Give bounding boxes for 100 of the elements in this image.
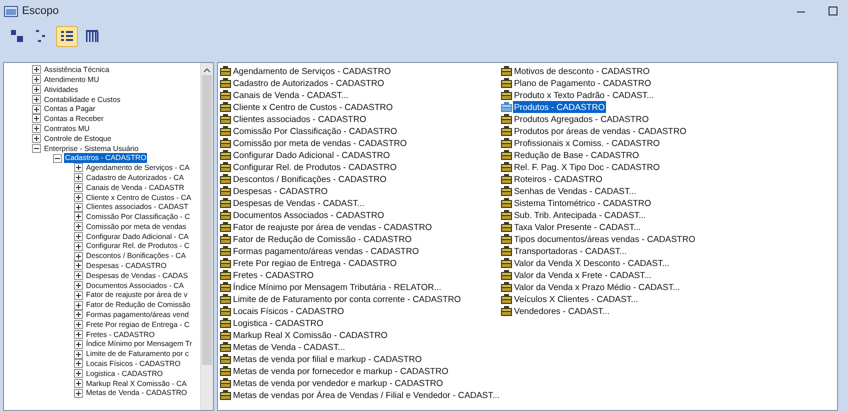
cabinet-icon xyxy=(501,198,512,208)
expand-icon[interactable] xyxy=(74,232,83,241)
list-item[interactable]: Transportadoras - CADAST... xyxy=(513,245,628,257)
expand-icon[interactable] xyxy=(32,114,41,124)
list-item[interactable]: Produtos por áreas de vendas - CADASTRO xyxy=(513,125,688,137)
expand-icon[interactable] xyxy=(74,212,83,222)
list-item[interactable]: Valor da Venda X Desconto - CADAST... xyxy=(513,257,670,269)
scroll-up-icon[interactable] xyxy=(203,67,211,73)
list-item[interactable]: Metas de vendas por Área de Vendas / Filial e Vendedor - CADAST... xyxy=(232,389,501,401)
expand-icon[interactable] xyxy=(74,350,83,358)
list-item[interactable]: Redução de Base - CADASTRO xyxy=(513,149,640,161)
cabinet-icon xyxy=(220,66,231,76)
list-item[interactable]: Descontos / Bonificações - CADASTRO xyxy=(232,173,388,185)
cabinet-icon xyxy=(220,150,231,160)
list-item[interactable]: Taxa Valor Presente - CADAST... xyxy=(513,221,642,233)
list-item[interactable]: Metas de venda por vendedor e markup - CADASTRO xyxy=(232,377,444,389)
expand-icon[interactable] xyxy=(74,369,83,378)
expand-icon[interactable] xyxy=(74,173,83,182)
list-item[interactable]: Fator de reajuste por área de vendas - CADASTRO xyxy=(232,221,433,233)
list-item[interactable]: Despesas de Vendas - CADAST... xyxy=(232,197,366,209)
list-item[interactable]: Índice Mínimo por Mensagem Tributária - RELATOR... xyxy=(232,281,442,293)
list-item[interactable]: Frete Por regiao de Entrega - CADASTRO xyxy=(232,257,398,269)
list-item[interactable]: Veículos X Clientes - CADAST... xyxy=(513,293,640,305)
expand-icon[interactable] xyxy=(74,163,83,172)
scrollbar[interactable] xyxy=(200,63,213,410)
list-item[interactable]: Sistema Tintométrico - CADASTRO xyxy=(513,197,652,209)
list-item[interactable]: Profissionais x Comiss. - CADASTRO xyxy=(513,137,661,149)
expand-icon[interactable] xyxy=(74,242,83,251)
expand-icon[interactable] xyxy=(32,84,41,94)
cabinet-icon xyxy=(501,246,512,256)
expand-icon[interactable] xyxy=(74,378,83,388)
cabinet-icon xyxy=(220,270,231,280)
list-item[interactable]: Motivos de desconto - CADASTRO xyxy=(513,65,651,77)
view-button[interactable] xyxy=(56,26,78,46)
list-item[interactable]: Tipos documentos/áreas vendas - CADASTRO xyxy=(513,233,696,245)
expand-icon[interactable] xyxy=(74,290,83,300)
list-item[interactable]: Markup Real X Comissão - CADASTRO xyxy=(232,329,388,341)
expand-icon[interactable] xyxy=(74,271,83,280)
list-item[interactable]: Cliente x Centro de Custos - CADASTRO xyxy=(232,101,394,113)
list-item[interactable]: Produto x Texto Padrão - CADAST... xyxy=(513,89,655,101)
expand-icon[interactable] xyxy=(74,222,83,232)
list-item[interactable]: Roteiros - CADASTRO xyxy=(513,173,604,185)
list-item[interactable]: Canais de Venda - CADAST... xyxy=(232,89,350,101)
cabinet-icon xyxy=(220,294,231,304)
cabinet-icon xyxy=(220,246,231,256)
expand-icon[interactable] xyxy=(32,134,41,143)
list-item[interactable]: Documentos Associados - CADASTRO xyxy=(232,209,386,221)
expand-icon[interactable] xyxy=(32,94,41,104)
list-item[interactable]: Despesas - CADASTRO xyxy=(232,185,329,197)
list-item[interactable]: Valor da Venda x Prazo Médio - CADAST... xyxy=(513,281,681,293)
list-item[interactable]: Comissão por meta de vendas - CADASTRO xyxy=(232,137,408,149)
collapse-icon[interactable] xyxy=(53,154,62,163)
list-view-icon xyxy=(60,29,74,43)
list-item[interactable]: Configurar Rel. de Produtos - CADASTRO xyxy=(232,161,398,173)
list-item[interactable]: Rel. F. Pag. X Tipo Doc - CADASTRO xyxy=(513,161,661,173)
list-item[interactable]: Sub. Trib. Antecipada - CADAST... xyxy=(513,209,647,221)
expand-icon[interactable] xyxy=(32,75,41,84)
list-item[interactable]: Produtos Agregados - CADASTRO xyxy=(513,113,650,125)
expand-icon[interactable] xyxy=(74,300,83,310)
list-item[interactable]: Valor da Venda x Frete - CADAST... xyxy=(513,269,652,281)
expand-icon[interactable] xyxy=(74,182,83,192)
expand-icon[interactable] xyxy=(74,388,83,398)
list-item[interactable]: Limite de de Faturamento por conta corrente - CADASTRO xyxy=(232,293,462,305)
expand-icon[interactable] xyxy=(74,261,83,270)
list-item[interactable]: Vendedores - CADAST... xyxy=(513,305,611,317)
expand-icon[interactable] xyxy=(74,252,83,261)
maximize-icon[interactable] xyxy=(828,6,838,16)
list-item[interactable]: Clientes associados - CADASTRO xyxy=(232,113,368,125)
cabinet-icon xyxy=(220,162,231,172)
cabinet-icon xyxy=(501,282,512,292)
list-item[interactable]: Metas de venda por fornecedor e markup - CADASTRO xyxy=(232,365,450,377)
list-item[interactable]: Formas pagamento/áreas vendas - CADASTRO xyxy=(232,245,420,257)
list-item[interactable]: Fator de Redução de Comissão - CADASTRO xyxy=(232,233,413,245)
cabinet-icon xyxy=(501,186,512,196)
list-item[interactable]: Agendamento de Serviços - CADASTRO xyxy=(232,65,392,77)
expand-icon[interactable] xyxy=(74,320,83,330)
list-item[interactable]: Comissão Por Classificação - CADASTRO xyxy=(232,125,398,137)
list-item[interactable]: Configurar Dado Adicional - CADASTRO xyxy=(232,149,391,161)
cabinet-icon xyxy=(220,78,231,88)
expand-icon[interactable] xyxy=(32,65,41,74)
list-item[interactable]: Plano de Pagamento - CADASTRO xyxy=(513,77,652,89)
list-item[interactable]: Metas de Venda - CADAST... xyxy=(232,341,346,353)
expand-icon[interactable] xyxy=(74,192,83,202)
expand-icon[interactable] xyxy=(32,104,41,114)
expand-icon[interactable] xyxy=(74,340,83,349)
expand-icon[interactable] xyxy=(74,359,83,368)
expand-icon[interactable] xyxy=(74,280,83,290)
collapse-icon[interactable] xyxy=(32,144,41,153)
expand-icon[interactable] xyxy=(74,330,83,339)
list-item[interactable]: Senhas de Vendas - CADAST... xyxy=(513,185,638,197)
list-item[interactable]: Produtos - CADASTRO xyxy=(513,101,606,113)
expand-icon[interactable] xyxy=(74,310,83,320)
list-item[interactable]: Fretes - CADASTRO xyxy=(232,269,315,281)
list-item[interactable]: Metas de venda por filial e markup - CADASTRO xyxy=(232,353,423,365)
cabinet-icon xyxy=(220,198,231,208)
list-item[interactable]: Logistica - CADASTRO xyxy=(232,317,324,329)
expand-icon[interactable] xyxy=(32,124,41,134)
list-item[interactable]: Cadastro de Autorizados - CADASTRO xyxy=(232,77,386,89)
list-item[interactable]: Locais Físicos - CADASTRO xyxy=(232,305,346,317)
expand-icon[interactable] xyxy=(74,202,83,212)
